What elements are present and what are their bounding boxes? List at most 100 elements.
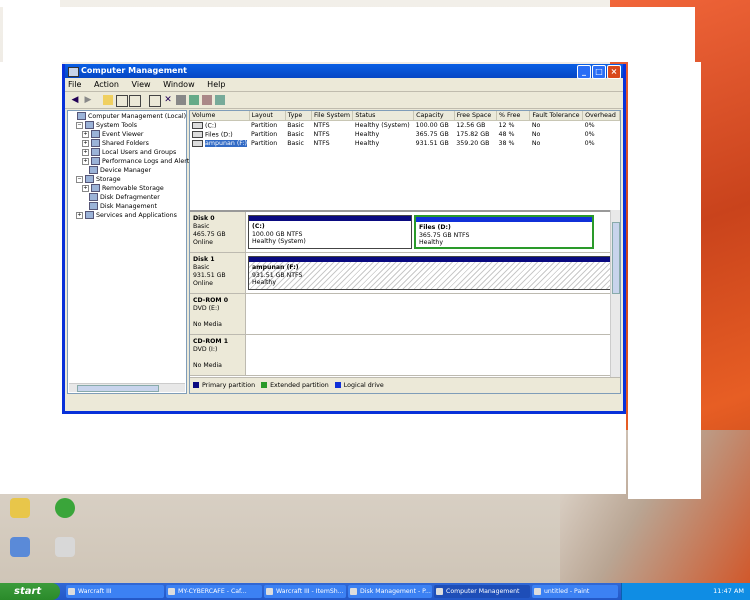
column-header[interactable]: Fault Tolerance bbox=[529, 111, 584, 121]
expand-toggle-icon[interactable]: − bbox=[76, 175, 83, 183]
volume-cell: NTFS bbox=[313, 122, 330, 129]
tree-node-icon bbox=[85, 211, 94, 219]
expand-toggle-icon[interactable]: + bbox=[82, 184, 89, 192]
cdrom-label-0[interactable]: CD-ROM 0 DVD (E:) No Media bbox=[190, 294, 246, 334]
tree-item[interactable]: + Shared Folders bbox=[68, 139, 186, 148]
task-disk-management[interactable]: Disk Management - P... bbox=[348, 585, 432, 598]
close-button[interactable]: × bbox=[607, 65, 621, 79]
partition-c[interactable]: (C:) 100.00 GB NTFS Healthy (System) bbox=[248, 215, 412, 249]
volume-name: (C:) bbox=[205, 122, 217, 130]
start-button[interactable]: start bbox=[0, 583, 60, 600]
column-header[interactable]: File System bbox=[311, 111, 354, 121]
volume-cell: No bbox=[531, 131, 541, 138]
volume-cell: Healthy bbox=[354, 131, 380, 138]
column-header[interactable]: Overhead bbox=[582, 111, 620, 121]
task-warcraft-itemsh[interactable]: Warcraft III - ItemSh... bbox=[264, 585, 346, 598]
column-header[interactable]: Type bbox=[285, 111, 313, 121]
column-header[interactable]: % Free bbox=[496, 111, 531, 121]
disk-name: CD-ROM 0 bbox=[193, 297, 229, 304]
tree-item[interactable]: + Removable Storage bbox=[68, 184, 186, 193]
expand-toggle-icon[interactable]: + bbox=[82, 139, 89, 147]
window-titlebar[interactable]: Computer Management _ □ × bbox=[65, 64, 623, 79]
tree-item[interactable]: Disk Management bbox=[68, 202, 186, 211]
volume-row[interactable]: (C:) Partition Basic NTFS Healthy (System) 10… bbox=[190, 121, 620, 131]
partition-d[interactable]: Files (D:) 365.75 GB NTFS Healthy bbox=[414, 215, 594, 249]
volume-row[interactable]: ampunan (F:) Partition Basic NTFS Healthy 931… bbox=[190, 139, 620, 148]
volume-cell: 12.56 GB bbox=[456, 122, 486, 129]
paint-white-area-right bbox=[628, 62, 701, 499]
disk-label-1[interactable]: Disk 1 Basic 931.51 GB Online bbox=[190, 253, 246, 293]
disk-scroll-thumb[interactable] bbox=[612, 222, 620, 294]
column-header[interactable]: Layout bbox=[249, 111, 286, 121]
task-paint[interactable]: untitled - Paint bbox=[532, 585, 618, 598]
partition-f[interactable]: ampunan (F:) 931.51 GB NTFS Healthy bbox=[248, 256, 614, 290]
delete-icon[interactable]: ✕ bbox=[163, 95, 173, 105]
properties-icon[interactable] bbox=[129, 95, 141, 107]
task-warcraft-1[interactable]: Warcraft III bbox=[66, 585, 164, 598]
expand-toggle-icon[interactable]: + bbox=[82, 148, 89, 156]
tree-node-icon bbox=[91, 148, 100, 156]
disk-management-pane: Volume Layout Type File System Status Capacit… bbox=[189, 110, 621, 394]
task-cybercafe[interactable]: MY-CYBERCAFE - Caf... bbox=[166, 585, 262, 598]
menu-help[interactable]: Help bbox=[207, 80, 225, 89]
expand-toggle-icon[interactable]: + bbox=[82, 130, 89, 138]
tree-item[interactable]: + Local Users and Groups bbox=[68, 148, 186, 157]
tree-item[interactable]: Computer Management (Local) bbox=[68, 112, 186, 121]
column-header[interactable]: Volume bbox=[190, 111, 250, 121]
disk-label-0[interactable]: Disk 0 Basic 465.75 GB Online bbox=[190, 212, 246, 252]
column-header[interactable]: Capacity bbox=[413, 111, 455, 121]
volume-name: ampunan (F:) bbox=[205, 140, 247, 148]
volume-cell: 12 % bbox=[498, 122, 515, 129]
volume-cell: Healthy (System) bbox=[354, 122, 410, 129]
cdrom-label-1[interactable]: CD-ROM 1 DVD (I:) No Media bbox=[190, 335, 246, 375]
partition-name: (C:) bbox=[252, 223, 265, 230]
expand-toggle-icon[interactable]: − bbox=[76, 121, 83, 129]
desktop-icon-1[interactable] bbox=[0, 498, 40, 520]
clock[interactable]: 11:47 AM bbox=[713, 583, 744, 600]
volume-row[interactable]: Files (D:) Partition Basic NTFS Healthy 365.7… bbox=[190, 130, 620, 139]
menu-view[interactable]: View bbox=[132, 80, 151, 89]
menu-action[interactable]: Action bbox=[94, 80, 119, 89]
tree-scroll-thumb[interactable] bbox=[77, 385, 159, 392]
partition-status: Healthy bbox=[252, 279, 276, 286]
tree-horizontal-scrollbar[interactable] bbox=[69, 383, 185, 392]
settings-icon[interactable] bbox=[176, 95, 186, 105]
window-title: Computer Management bbox=[81, 66, 187, 75]
tree-node-icon bbox=[89, 193, 98, 201]
volume-cell: Partition bbox=[251, 140, 278, 147]
volume-cell: 0% bbox=[584, 140, 595, 147]
tree-item[interactable]: − Storage bbox=[68, 175, 186, 184]
disk-vertical-scrollbar[interactable] bbox=[610, 210, 620, 377]
show-hide-tree-icon[interactable] bbox=[116, 95, 128, 107]
tree-item[interactable]: − System Tools bbox=[68, 121, 186, 130]
desktop-icon-2[interactable] bbox=[0, 537, 40, 559]
task-label: Warcraft III bbox=[78, 588, 112, 595]
refresh-icon[interactable] bbox=[189, 95, 199, 105]
menu-file[interactable]: File bbox=[68, 80, 81, 89]
minimize-button[interactable]: _ bbox=[577, 65, 591, 79]
tree-item[interactable]: Device Manager bbox=[68, 166, 186, 175]
maximize-button[interactable]: □ bbox=[592, 65, 606, 79]
forward-icon[interactable]: ▶ bbox=[83, 95, 93, 105]
volume-cell: (C:) bbox=[190, 121, 249, 131]
menu-window[interactable]: Window bbox=[163, 80, 195, 89]
tree-item[interactable]: + Event Viewer bbox=[68, 130, 186, 139]
up-folder-icon[interactable] bbox=[103, 95, 113, 105]
graphical-disk-view: Disk 0 Basic 465.75 GB Online (C:) 100.0… bbox=[190, 210, 614, 377]
expand-toggle-icon[interactable]: + bbox=[76, 211, 83, 219]
tree-item[interactable]: + Performance Logs and Alerts bbox=[68, 157, 193, 166]
help-icon[interactable] bbox=[215, 95, 225, 105]
back-icon[interactable]: ◀ bbox=[70, 95, 80, 105]
column-header[interactable]: Free Space bbox=[454, 111, 498, 121]
tree-item[interactable]: Disk Defragmenter bbox=[68, 193, 186, 202]
search-icon[interactable] bbox=[202, 95, 212, 105]
expand-toggle-icon[interactable]: + bbox=[82, 157, 89, 165]
task-computer-management[interactable]: Computer Management bbox=[434, 585, 530, 598]
tree-item[interactable]: + Services and Applications bbox=[68, 211, 186, 220]
disk-state: Online bbox=[193, 239, 213, 246]
desktop-icon-xbox[interactable] bbox=[45, 498, 85, 520]
export-icon[interactable] bbox=[149, 95, 161, 107]
desktop-icon-printer[interactable] bbox=[45, 537, 85, 559]
column-header[interactable]: Status bbox=[352, 111, 415, 121]
volume-cell: No bbox=[531, 122, 541, 129]
